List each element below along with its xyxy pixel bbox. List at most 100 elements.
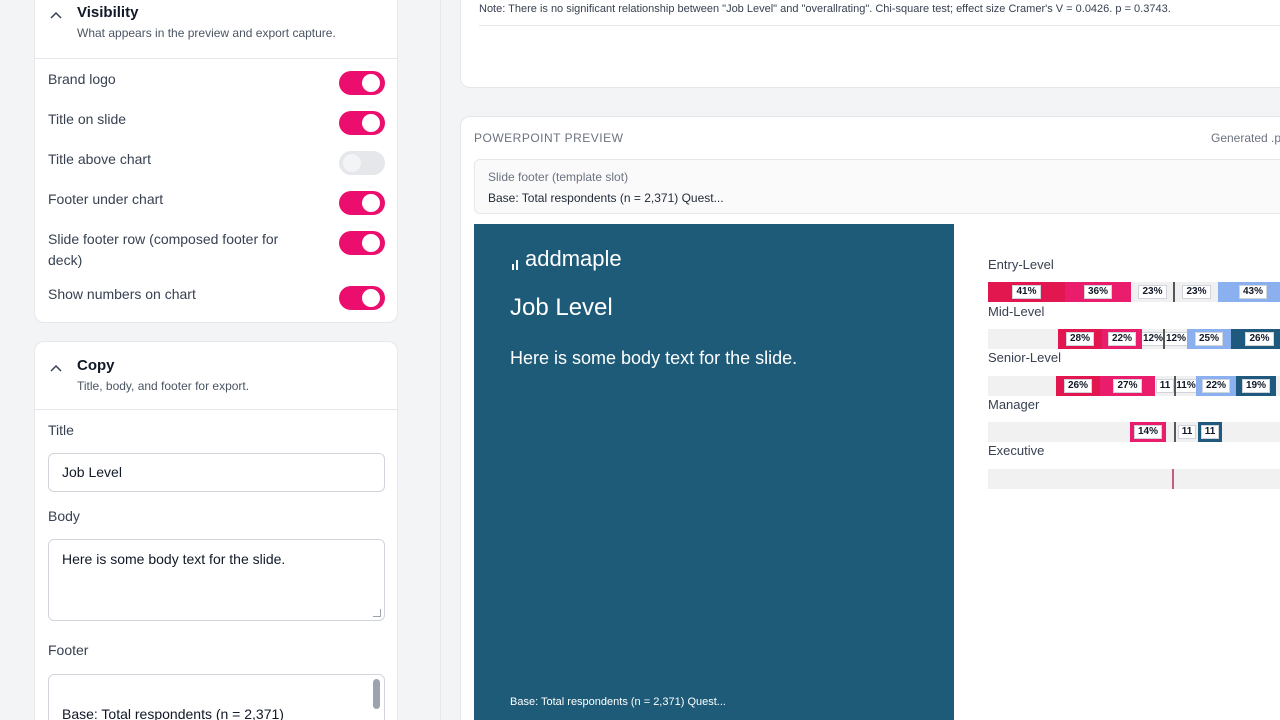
bar-segment: 11 xyxy=(1155,376,1175,396)
bar-segment: 41% xyxy=(988,282,1065,302)
data-label: 43% xyxy=(1238,285,1267,299)
slide-preview: addmaple Job Level Here is some body tex… xyxy=(474,224,1280,720)
data-label: 26% xyxy=(1245,332,1274,346)
footer-slot: Slide footer (template slot) Base: Total… xyxy=(474,159,1280,214)
body-text: Here is some body text for the slide. xyxy=(62,551,286,567)
chevron-up-icon[interactable] xyxy=(49,8,63,22)
slide-footer-row-toggle[interactable] xyxy=(339,231,385,255)
bar-segment: 14% xyxy=(1130,422,1166,442)
bar-segment: 27% xyxy=(1100,376,1155,396)
toggle-label: Slide footer row (composed footer for de… xyxy=(48,231,279,268)
toggle-label: Show numbers on chart xyxy=(48,286,196,302)
bar-segment: 12% xyxy=(1165,329,1187,349)
data-label: 25% xyxy=(1194,332,1223,346)
data-label: 28% xyxy=(1065,332,1094,346)
bar-segment: 43% xyxy=(1218,282,1280,302)
bar-segment: 26% xyxy=(1231,329,1280,349)
generated-label: Generated .p xyxy=(1211,131,1280,145)
bar-track xyxy=(988,469,1280,489)
slide-text-panel: addmaple Job Level Here is some body tex… xyxy=(474,224,954,720)
data-label: 11 xyxy=(1155,379,1175,393)
show-numbers-toggle[interactable] xyxy=(339,286,385,310)
toggle-row-slide-footer-row: Slide footer row (composed footer for de… xyxy=(48,229,385,273)
bar-segment: 11 xyxy=(1176,422,1198,442)
data-label: 22% xyxy=(1107,332,1136,346)
data-label: 23% xyxy=(1138,285,1167,299)
bar-segment: 19% xyxy=(1236,376,1276,396)
data-label: 23% xyxy=(1182,285,1211,299)
title-on-slide-toggle[interactable] xyxy=(339,111,385,135)
toggle-row-show-numbers: Show numbers on chart xyxy=(48,284,385,312)
bar-segment: 28% xyxy=(1058,329,1102,349)
data-label: 19% xyxy=(1241,379,1270,393)
data-label: 11% xyxy=(1176,379,1196,393)
category-label: Manager xyxy=(988,397,1040,412)
bar-segment: 12% xyxy=(1142,329,1164,349)
bar-track: 28% 22% 12% 12% 25% 26% xyxy=(988,329,1280,349)
data-label: 12% xyxy=(1165,332,1187,346)
bar-segment: 25% xyxy=(1187,329,1231,349)
visibility-subtitle: What appears in the preview and export c… xyxy=(77,26,336,40)
title-field-label: Title xyxy=(48,422,74,438)
copy-panel: Copy Title, body, and footer for export.… xyxy=(34,341,398,720)
body-textarea[interactable]: Here is some body text for the slide. xyxy=(48,539,385,621)
data-label: 11 xyxy=(1177,425,1197,439)
significance-note-card: Note: There is no significant relationsh… xyxy=(460,0,1280,88)
title-above-chart-toggle[interactable] xyxy=(339,151,385,175)
divider xyxy=(479,25,1280,26)
data-label: 14% xyxy=(1133,425,1162,439)
copy-subtitle: Title, body, and footer for export. xyxy=(77,379,250,393)
settings-column: Visibility What appears in the preview a… xyxy=(16,0,441,720)
data-label: 11 xyxy=(1200,425,1220,439)
category-label: Entry-Level xyxy=(988,257,1054,272)
bar-segment: 23% xyxy=(1131,282,1174,302)
bar-segment: 11 xyxy=(1198,422,1222,442)
footer-slot-text: Base: Total respondents (n = 2,371) Ques… xyxy=(488,191,724,205)
bar-segment: 22% xyxy=(1196,376,1236,396)
brand-logo-toggle[interactable] xyxy=(339,71,385,95)
logo-bars-icon xyxy=(512,256,522,272)
footer-under-chart-toggle[interactable] xyxy=(339,191,385,215)
slide-footer: Base: Total respondents (n = 2,371) Ques… xyxy=(510,696,726,708)
brand-logo: addmaple xyxy=(512,246,622,272)
chevron-up-icon[interactable] xyxy=(49,361,63,375)
significance-note: Note: There is no significant relationsh… xyxy=(479,3,1171,15)
bar-segment: 36% xyxy=(1065,282,1131,302)
diverging-bar-chart: Entry-Level 41% 36% 23% 23% 43% Mid-Leve… xyxy=(954,224,1280,720)
toggle-row-title-on-slide: Title on slide xyxy=(48,109,385,137)
title-input[interactable]: Job Level xyxy=(48,453,385,492)
data-label: 36% xyxy=(1083,285,1112,299)
category-label: Executive xyxy=(988,443,1045,458)
footer-slot-label: Slide footer (template slot) xyxy=(488,170,629,184)
copy-title: Copy xyxy=(77,357,115,374)
category-label: Senior-Level xyxy=(988,350,1061,365)
data-label: 26% xyxy=(1063,379,1092,393)
data-label: 41% xyxy=(1012,285,1041,299)
center-line xyxy=(1172,469,1174,489)
toggle-row-brand-logo: Brand logo xyxy=(48,69,385,97)
slide-title: Job Level xyxy=(510,294,613,321)
data-label: 27% xyxy=(1113,379,1142,393)
data-label: 22% xyxy=(1201,379,1230,393)
divider xyxy=(35,58,397,59)
bar-segment: 11% xyxy=(1176,376,1196,396)
bar-track: 14% 11 11 xyxy=(988,422,1280,442)
divider xyxy=(35,409,397,410)
logo-text: addmaple xyxy=(525,246,622,271)
scrollbar[interactable] xyxy=(373,679,380,709)
slide-body: Here is some body text for the slide. xyxy=(510,348,798,368)
toggle-row-title-above-chart: Title above chart xyxy=(48,149,385,177)
visibility-title: Visibility xyxy=(77,4,139,21)
bar-segment: 22% xyxy=(1102,329,1142,349)
bar-track: 41% 36% 23% 23% 43% xyxy=(988,282,1280,302)
visibility-panel: Visibility What appears in the preview a… xyxy=(34,0,398,323)
resize-handle-icon[interactable] xyxy=(373,609,381,617)
toggle-row-footer-under-chart: Footer under chart xyxy=(48,189,385,217)
preview-heading: POWERPOINT PREVIEW xyxy=(474,131,624,145)
bar-segment: 26% xyxy=(1056,376,1100,396)
bar-track: 26% 27% 11 11% 22% 19% xyxy=(988,376,1280,396)
data-label: 12% xyxy=(1142,332,1164,346)
body-field-label: Body xyxy=(48,508,80,524)
toggle-label: Footer under chart xyxy=(48,191,164,207)
footer-textarea[interactable]: Base: Total respondents (n = 2,371) Ques… xyxy=(48,674,385,720)
